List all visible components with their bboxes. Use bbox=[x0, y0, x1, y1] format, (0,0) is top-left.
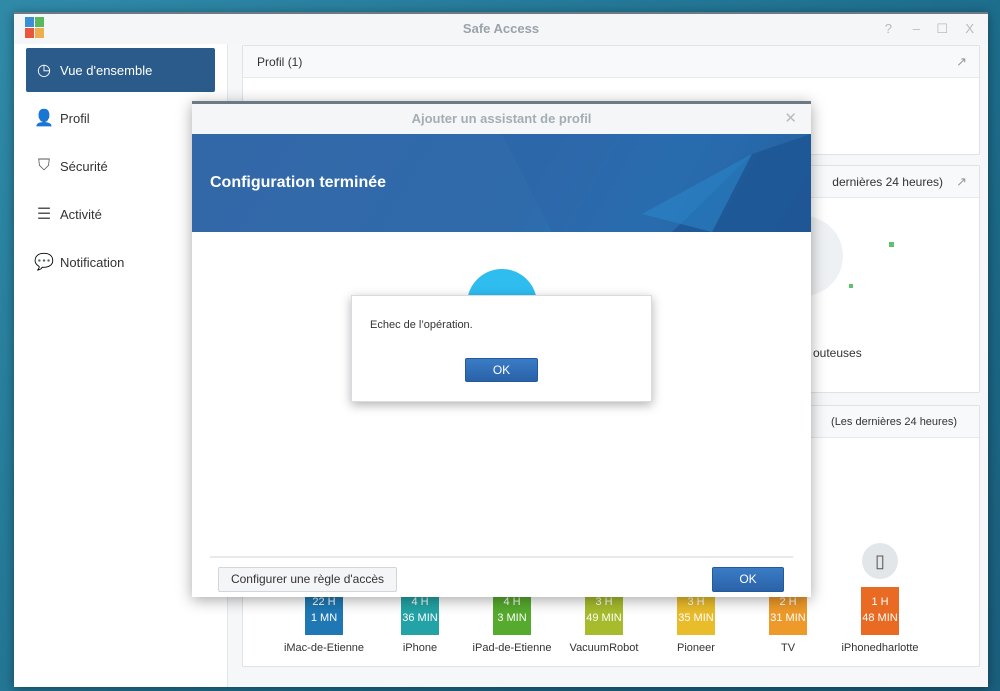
sidebar-item-profile[interactable]: 👤 Profil bbox=[26, 96, 215, 140]
chat-icon: 💬 bbox=[34, 254, 54, 271]
configure-access-rule-button[interactable]: Configurer une règle d'accès bbox=[218, 567, 397, 592]
error-alert: Echec de l’opération. OK bbox=[351, 295, 652, 402]
expand-arrow-icon[interactable]: ↗ bbox=[956, 166, 967, 198]
sidebar-item-label: Sécurité bbox=[60, 158, 108, 174]
sidebar-item-activity[interactable]: ☰ Activité bbox=[26, 192, 215, 236]
chart-dot bbox=[849, 284, 853, 288]
usage-minutes: 36 MIN bbox=[402, 612, 438, 624]
title-bar: Safe Access ? – ☐ X bbox=[14, 14, 988, 44]
minimize-button[interactable]: – bbox=[913, 14, 920, 44]
device-usage-tile[interactable]: 1 H 48 MIN bbox=[861, 587, 899, 635]
list-icon: ☰ bbox=[36, 206, 52, 223]
user-icon: 👤 bbox=[34, 110, 54, 127]
usage-minutes: 35 MIN bbox=[678, 612, 714, 624]
sidebar-item-label: Notification bbox=[60, 254, 125, 270]
shield-icon: ⛉ bbox=[37, 157, 50, 174]
gauge-icon: ◷ bbox=[37, 62, 51, 79]
ok-button[interactable]: OK bbox=[712, 567, 784, 592]
sidebar-item-notification[interactable]: 💬 Notification bbox=[26, 240, 215, 284]
usage-minutes: 1 MN bbox=[310, 612, 338, 624]
sidebar-item-label: Activité bbox=[60, 206, 102, 222]
dialog-banner: Configuration terminée bbox=[192, 134, 811, 232]
expand-arrow-icon[interactable]: ↗ bbox=[956, 46, 967, 78]
app-logo-icon bbox=[25, 17, 45, 39]
profile-count: (1) bbox=[287, 55, 303, 69]
panel-title: (Les dernières 24 heures) bbox=[831, 416, 957, 428]
usage-minutes: 49 MIN bbox=[586, 612, 622, 624]
chart-dot bbox=[889, 242, 894, 247]
usage-minutes: 31 MIN bbox=[770, 612, 806, 624]
footer-divider bbox=[210, 556, 793, 558]
alert-message: Echec de l’opération. bbox=[370, 319, 473, 331]
device-name: iPhonedharlotte bbox=[841, 642, 919, 654]
help-button[interactable]: ? bbox=[885, 14, 892, 44]
usage-minutes: 3 MIN bbox=[497, 612, 527, 624]
device-name: iMac-de-Etienne bbox=[283, 642, 365, 654]
close-icon[interactable]: ✕ bbox=[784, 104, 797, 134]
usage-minutes: 48 MIN bbox=[862, 612, 898, 624]
sidebar-item-security[interactable]: ⛉ Sécurité bbox=[26, 144, 215, 188]
dialog-title: Ajouter un assistant de profil bbox=[411, 111, 592, 126]
sidebar-item-overview[interactable]: ◷ Vue d'ensemble bbox=[26, 48, 215, 92]
alert-ok-button[interactable]: OK bbox=[465, 358, 538, 382]
window-title: Safe Access bbox=[462, 21, 540, 36]
legend-label: outeuses bbox=[813, 346, 862, 360]
phone-icon: ▯ bbox=[862, 543, 898, 579]
panel-title: Profil bbox=[257, 55, 285, 69]
maximize-button[interactable]: ☐ bbox=[936, 14, 948, 44]
panel-title: dernières 24 heures) bbox=[832, 175, 943, 189]
usage-hours: 1 H bbox=[871, 596, 889, 608]
sidebar-item-label: Profil bbox=[60, 110, 90, 126]
banner-title: Configuration terminée bbox=[210, 174, 387, 191]
sidebar-item-label: Vue d'ensemble bbox=[60, 62, 153, 78]
close-button[interactable]: X bbox=[965, 14, 974, 44]
